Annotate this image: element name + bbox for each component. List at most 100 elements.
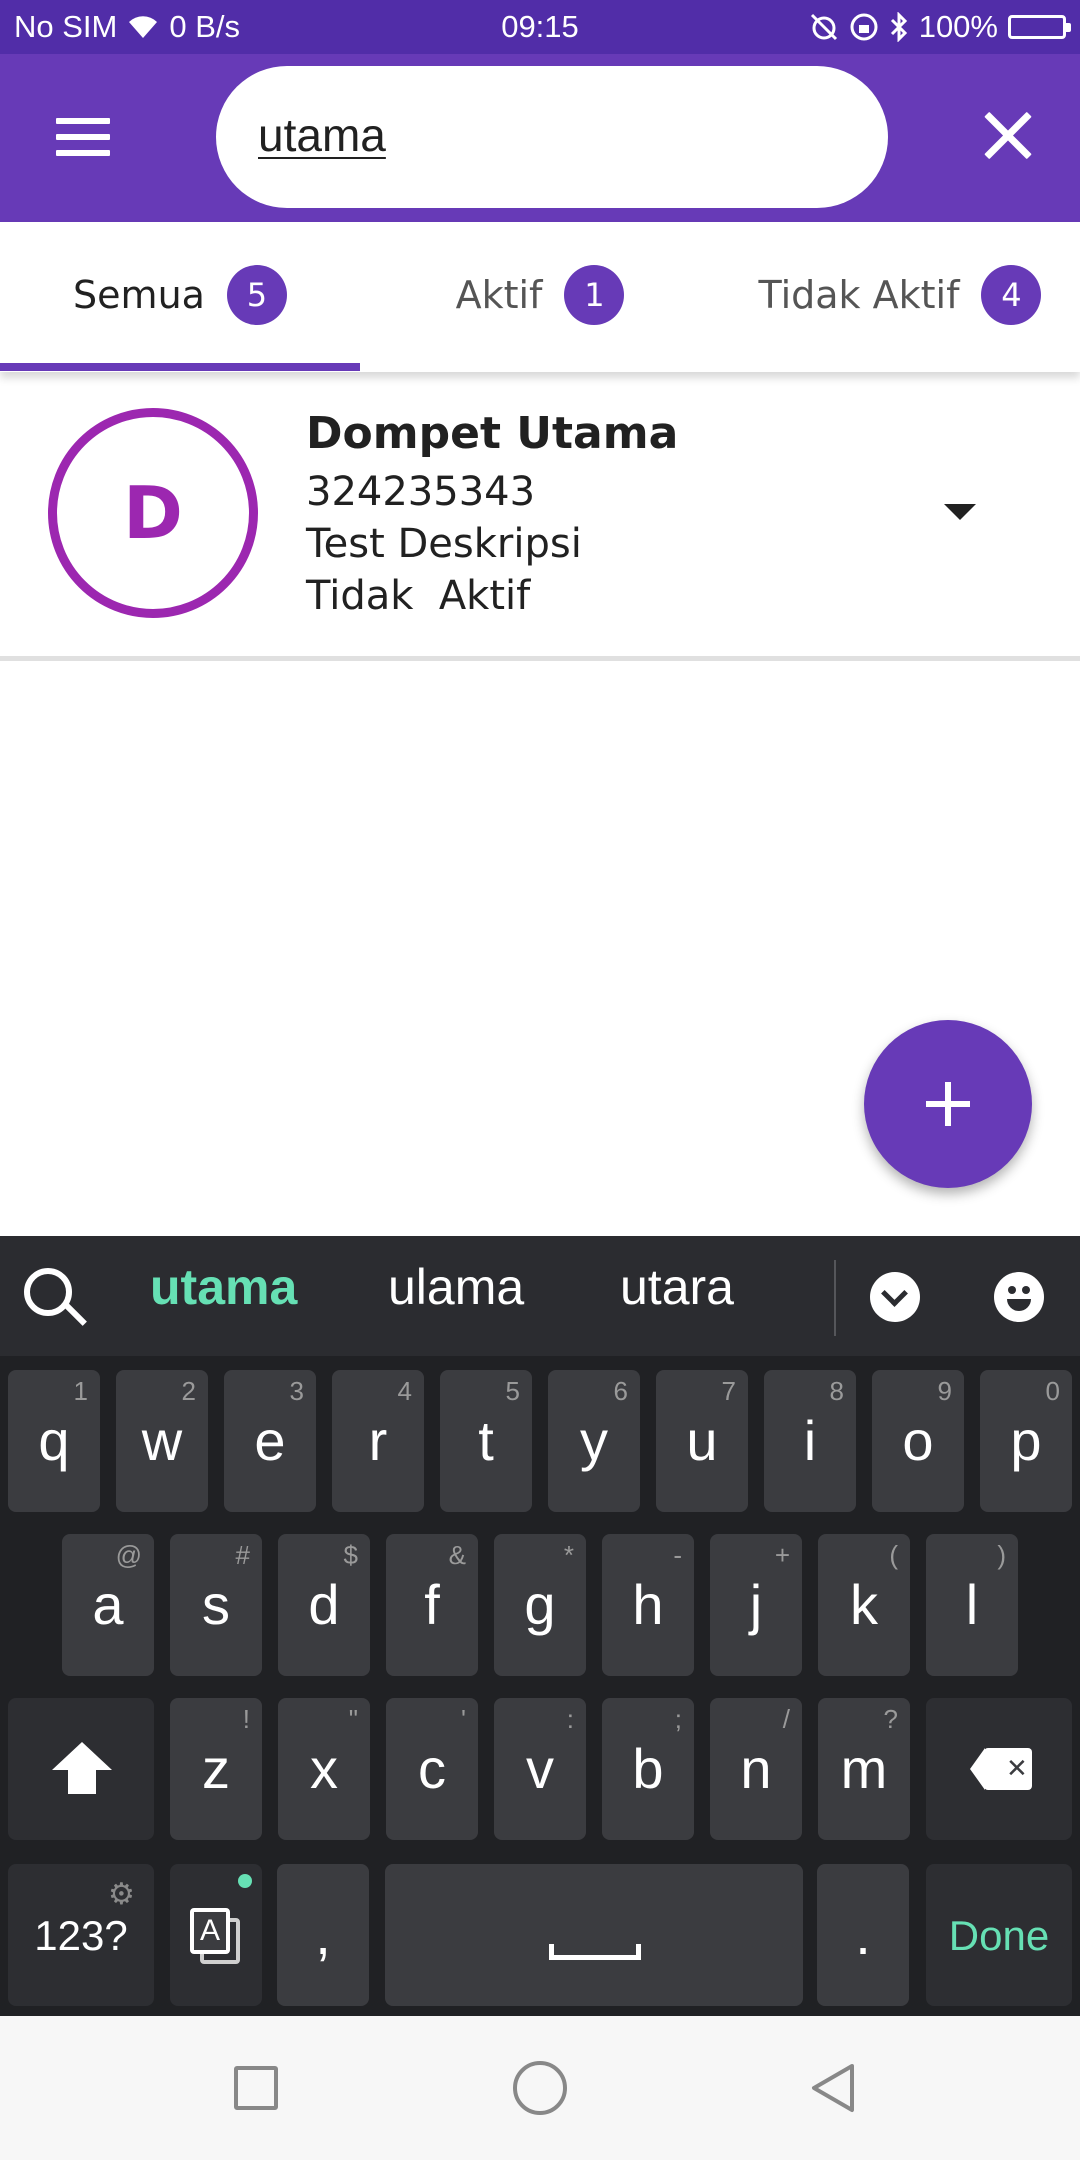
key-label: r (368, 1409, 388, 1472)
key-label: o (902, 1409, 934, 1472)
key-u[interactable]: 7u (656, 1370, 748, 1512)
emoji-icon[interactable] (994, 1272, 1044, 1322)
add-button[interactable] (864, 1020, 1032, 1188)
close-icon[interactable] (976, 104, 1040, 168)
key-f[interactable]: & f (386, 1534, 478, 1676)
count-badge: 4 (981, 265, 1042, 325)
key-n[interactable]: / n (710, 1698, 802, 1840)
key-label: h (632, 1573, 664, 1636)
key-p[interactable]: 0p (980, 1370, 1072, 1512)
tab-label: Semua (73, 273, 205, 317)
back-icon[interactable] (806, 2060, 862, 2116)
divider (0, 656, 1080, 661)
language-key[interactable]: A (170, 1864, 262, 2006)
key-a[interactable]: @ a (62, 1534, 154, 1676)
numbers-key[interactable]: ⚙ 123? (8, 1864, 154, 2006)
key-label: u (686, 1409, 718, 1472)
status-right: 100% (809, 9, 1071, 45)
key-b[interactable]: ; b (602, 1698, 694, 1840)
comma-key[interactable]: , (277, 1864, 369, 2006)
wallet-name: Dompet Utama (306, 408, 679, 459)
app-bar (0, 54, 1080, 222)
key-hint: ? (883, 1704, 898, 1734)
key-hint: 4 (397, 1376, 412, 1406)
wallet-status: Tidak Aktif (306, 573, 531, 619)
key-k[interactable]: (k (818, 1534, 910, 1676)
key-label: t (478, 1409, 494, 1472)
battery-text: 100% (918, 9, 998, 44)
key-r[interactable]: 4r (332, 1370, 424, 1512)
key-hint: ( (889, 1540, 898, 1570)
key-c[interactable]: ' c (386, 1698, 478, 1840)
key-label: j (749, 1573, 763, 1636)
period-key[interactable]: . (817, 1864, 909, 2006)
key-v[interactable]: :v (494, 1698, 586, 1840)
status-bar: No SIM 0 B/s 09:15 100% (0, 0, 1080, 54)
rotation-lock-icon (850, 13, 878, 41)
key-label: b (632, 1737, 664, 1800)
period-key-label: . (855, 1903, 871, 1966)
key-label: m (840, 1737, 888, 1800)
tab-label: Aktif (455, 273, 543, 317)
key-hint: $ (343, 1540, 358, 1570)
key-label: n (740, 1737, 772, 1800)
key-l[interactable]: ) l (926, 1534, 1018, 1676)
key-x[interactable]: " x (278, 1698, 370, 1840)
suggestion-item[interactable]: ulama (388, 1258, 524, 1316)
wallet-number: 324235343 (306, 469, 536, 515)
tab-tidak-aktif[interactable]: Tidak Aktif 4 (720, 222, 1080, 368)
key-label: v (526, 1737, 554, 1800)
tab-bar: Semua 5 Aktif 1 Tidak Aktif 4 (0, 222, 1080, 372)
key-t[interactable]: 5t (440, 1370, 532, 1512)
key-d[interactable]: $ d (278, 1534, 370, 1676)
menu-icon[interactable] (48, 112, 118, 162)
alarm-off-icon (810, 13, 837, 41)
key-e[interactable]: 3e (224, 1370, 316, 1512)
key-hint: " (348, 1704, 358, 1734)
search-box (216, 66, 888, 208)
suggestion-item[interactable]: utama (150, 1258, 297, 1316)
shift-key[interactable] (8, 1698, 154, 1840)
done-key[interactable]: Done (926, 1864, 1072, 2006)
key-g[interactable]: * g (494, 1534, 586, 1676)
key-s[interactable]: # s (170, 1534, 262, 1676)
avatar: D (48, 408, 258, 618)
search-icon[interactable] (22, 1266, 86, 1330)
tab-indicator (0, 363, 360, 371)
suggestion-item[interactable]: utara (620, 1258, 734, 1316)
key-hint: 2 (181, 1376, 196, 1406)
key-z[interactable]: ! z (170, 1698, 262, 1840)
key-h[interactable]: -h (602, 1534, 694, 1676)
key-hint: 8 (829, 1376, 844, 1406)
key-q[interactable]: 1q (8, 1370, 100, 1512)
key-w[interactable]: 2w (116, 1370, 208, 1512)
space-key[interactable] (385, 1864, 803, 2006)
key-y[interactable]: 6y (548, 1370, 640, 1512)
key-m[interactable]: ? m (818, 1698, 910, 1840)
wallet-description: Test Deskripsi (306, 521, 582, 567)
wallet-list-item[interactable]: D Dompet Utama 324235343 Test Deskripsi … (0, 372, 1080, 658)
key-label: c (418, 1737, 446, 1800)
key-label: z (202, 1737, 230, 1800)
key-hint: * (563, 1540, 574, 1570)
search-input[interactable] (258, 100, 838, 170)
tab-label: Tidak Aktif (758, 273, 960, 317)
tab-semua[interactable]: Semua 5 (0, 222, 360, 368)
recents-icon[interactable] (234, 2066, 278, 2110)
key-j[interactable]: + j (710, 1534, 802, 1676)
key-o[interactable]: 9o (872, 1370, 964, 1512)
chevron-down-icon[interactable] (870, 1272, 920, 1322)
tab-aktif[interactable]: Aktif 1 (360, 222, 720, 368)
key-label: w (141, 1409, 183, 1472)
key-i[interactable]: 8i (764, 1370, 856, 1512)
key-label: f (424, 1573, 440, 1636)
navigation-bar (0, 2016, 1080, 2160)
key-label: p (1010, 1409, 1042, 1472)
space-icon (549, 1944, 641, 1960)
home-icon[interactable] (513, 2061, 567, 2115)
key-label: k (850, 1573, 878, 1636)
dropdown-arrow-icon[interactable] (930, 494, 990, 534)
suggestion-divider (834, 1260, 836, 1336)
backspace-key[interactable]: ✕ (926, 1698, 1072, 1840)
key-label: y (580, 1409, 608, 1472)
